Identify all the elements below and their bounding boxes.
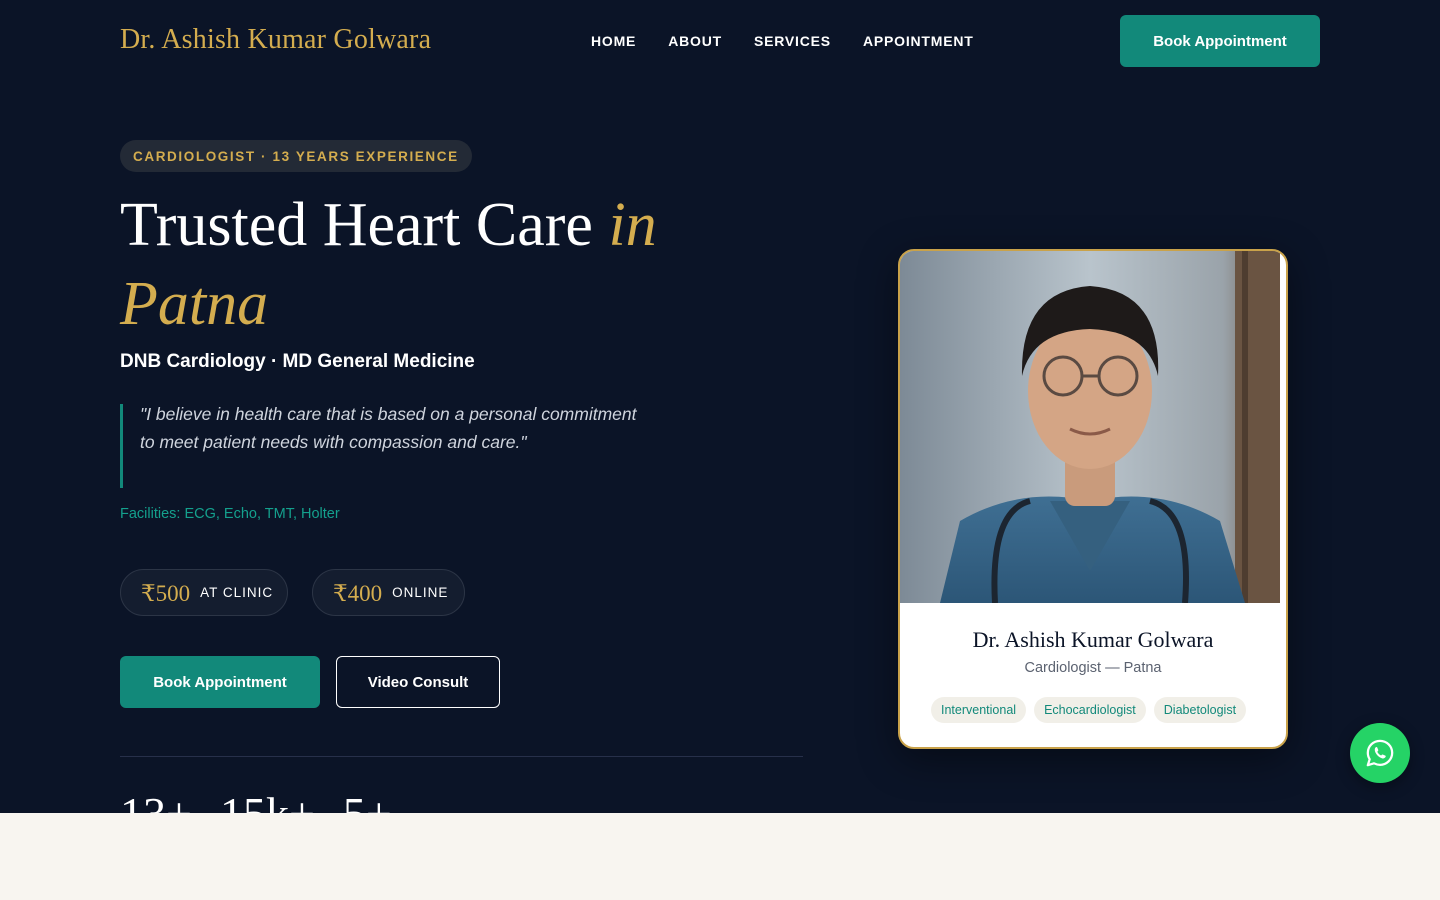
tag-interventional: Interventional [931,697,1027,723]
specialty-tags: Interventional Echocardiologist Diabetol… [931,697,1247,723]
doctor-card: Dr. Ashish Kumar Golwara Cardiologist — … [898,249,1288,749]
book-appointment-button[interactable]: Book Appointment [120,656,320,708]
nav-services[interactable]: SERVICES [754,33,831,49]
specialty-badge: CARDIOLOGIST · 13 YEARS EXPERIENCE [120,140,472,172]
site-header: Dr. Ashish Kumar Golwara HOME ABOUT SERV… [0,0,1440,82]
doctor-quote: "I believe in health care that is based … [120,404,640,488]
whatsapp-button[interactable] [1350,723,1410,783]
fee-pill-clinic: ₹500 AT CLINIC [120,569,288,616]
next-section-band [0,813,1440,900]
nav-appointment[interactable]: APPOINTMENT [863,33,974,49]
stats-row: 13+ 15k+ 5+ [120,786,392,813]
header-book-appointment-button[interactable]: Book Appointment [1120,15,1320,67]
main-nav: HOME ABOUT SERVICES APPOINTMENT [591,33,974,49]
stats-divider [120,756,803,757]
quote-text: "I believe in health care that is based … [140,404,637,452]
card-doctor-name: Dr. Ashish Kumar Golwara [972,627,1214,652]
hero-headline: Trusted Heart Care in Patna [120,186,820,344]
nav-about[interactable]: ABOUT [668,33,722,49]
fee-amount: ₹500 [141,581,191,606]
nav-home[interactable]: HOME [591,33,636,49]
brand-logo[interactable]: Dr. Ashish Kumar Golwara [120,24,431,56]
stat-patients: 15k+ [220,786,315,813]
tag-diabetologist: Diabetologist [1153,697,1247,723]
fee-pill-online: ₹400 ONLINE [312,569,465,616]
stat-third: 5+ [343,786,392,813]
fee-label: AT CLINIC [200,585,274,600]
degrees-text: DNB Cardiology · MD General Medicine [120,351,475,372]
whatsapp-icon [1366,739,1394,767]
headline-main: Trusted Heart Care [120,191,609,259]
card-subtitle: Cardiologist — Patna [1024,660,1162,676]
fee-label: ONLINE [392,585,449,600]
doctor-photo [900,251,1280,603]
fee-amount: ₹400 [333,581,383,606]
tag-echocardiologist: Echocardiologist [1034,697,1146,723]
stat-years: 13+ [120,786,192,813]
video-consult-button[interactable]: Video Consult [336,656,500,708]
facilities-text: Facilities: ECG, Echo, TMT, Holter [120,506,340,522]
